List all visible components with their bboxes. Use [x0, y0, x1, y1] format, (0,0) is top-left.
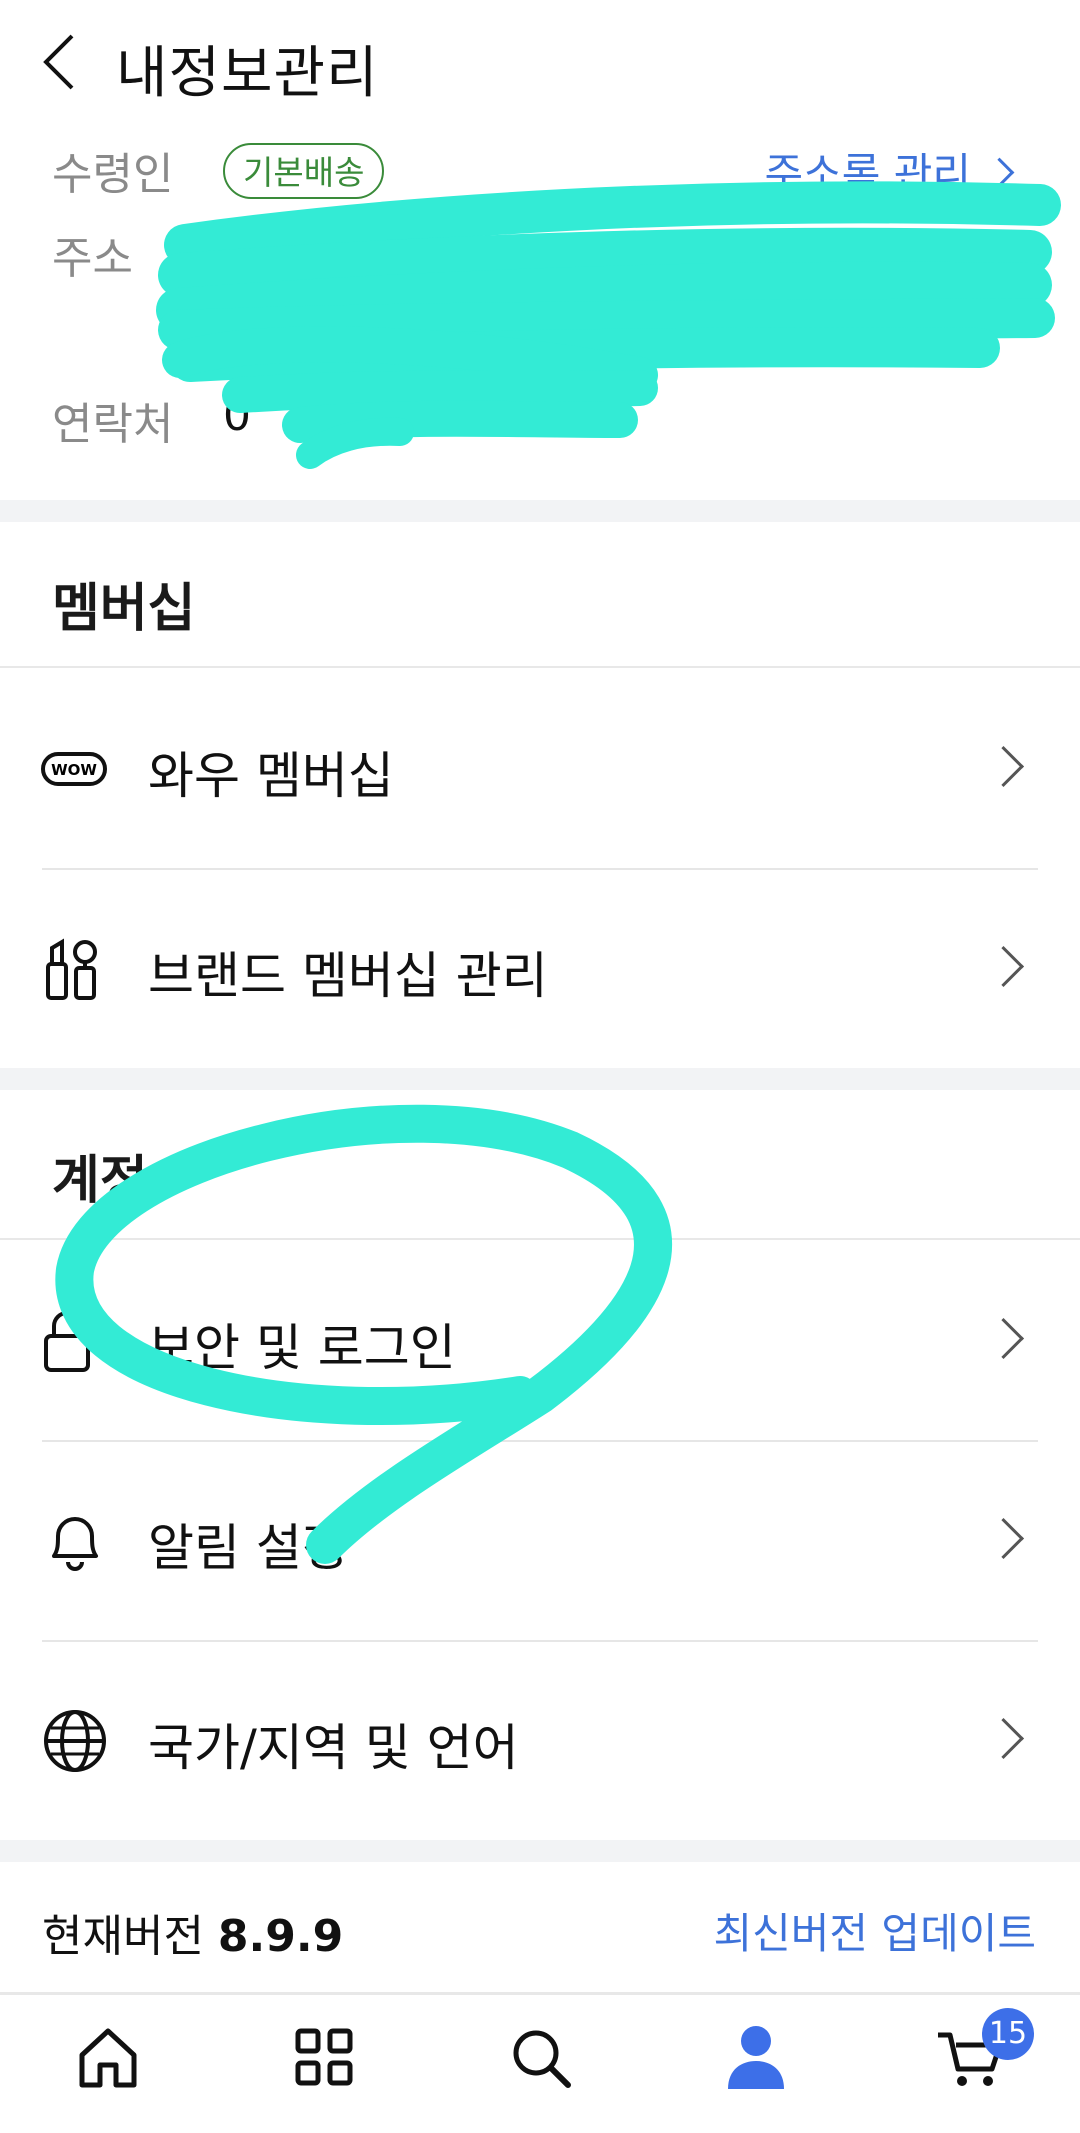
account-settings-title: 계정: [52, 1151, 148, 1211]
divider: [0, 666, 1080, 668]
chevron-right-icon: [982, 745, 1025, 788]
version-bar: 현재버전 8.9.9 최신버전 업데이트: [0, 1862, 1080, 1992]
header: 내정보관리: [0, 0, 1080, 130]
person-icon[interactable]: [716, 2017, 796, 2097]
wow-icon: WOW: [41, 752, 107, 786]
contact-value: 0: [223, 390, 251, 441]
search-icon[interactable]: [500, 2017, 580, 2097]
default-shipping-badge: 기본배송: [223, 143, 385, 199]
contact-label: 연락처: [52, 399, 174, 450]
address-book-link[interactable]: 주소록 관리: [764, 140, 1015, 201]
current-version: 현재버전 8.9.9: [42, 1911, 344, 1962]
lock-icon: [44, 1311, 90, 1372]
bottom-tab-bar: [0, 1992, 1080, 2133]
recipient-label: 수령인: [52, 149, 174, 200]
wow-membership-row[interactable]: WOW 와우 멤버십: [0, 670, 1080, 868]
chevron-right-icon: [982, 945, 1025, 988]
country-language-label: 국가/지역 및 언어: [148, 1719, 519, 1777]
chevron-left-icon[interactable]: [40, 32, 80, 92]
wow-membership-label: 와우 멤버십: [148, 747, 394, 805]
cart-count-badge: 15: [982, 2008, 1034, 2060]
notification-settings-row[interactable]: 알림 설정: [0, 1442, 1080, 1640]
divider: [0, 1238, 1080, 1240]
home-icon[interactable]: [68, 2017, 148, 2097]
security-login-label: 보안 및 로그인: [148, 1319, 456, 1377]
chevron-right-icon: [982, 1517, 1025, 1560]
chevron-right-icon: [984, 157, 1015, 188]
security-login-row[interactable]: 보안 및 로그인: [0, 1242, 1080, 1440]
chevron-right-icon: [982, 1317, 1025, 1360]
section-divider: [0, 1068, 1080, 1090]
section-divider: [0, 1840, 1080, 1862]
globe-icon: [44, 1710, 106, 1772]
membership-title: 멤버십: [52, 579, 196, 639]
chevron-right-icon: [982, 1717, 1025, 1760]
address-label: 주소: [52, 233, 133, 284]
country-language-row[interactable]: 국가/지역 및 언어: [0, 1642, 1080, 1840]
update-link[interactable]: 최신버전 업데이트: [714, 1900, 1036, 1961]
section-divider: [0, 500, 1080, 522]
version-number: 8.9.9: [217, 1911, 344, 1962]
notification-settings-label: 알림 설정: [148, 1519, 348, 1577]
svg-text:WOW: WOW: [51, 761, 97, 779]
cosmetics-icon: [46, 938, 97, 1000]
page-title: 내정보관리: [116, 41, 379, 106]
brand-membership-label: 브랜드 멤버십 관리: [148, 947, 548, 1005]
brand-membership-row[interactable]: 브랜드 멤버십 관리: [0, 870, 1080, 1068]
grid-icon[interactable]: [284, 2017, 364, 2097]
bell-icon: [52, 1517, 98, 1571]
